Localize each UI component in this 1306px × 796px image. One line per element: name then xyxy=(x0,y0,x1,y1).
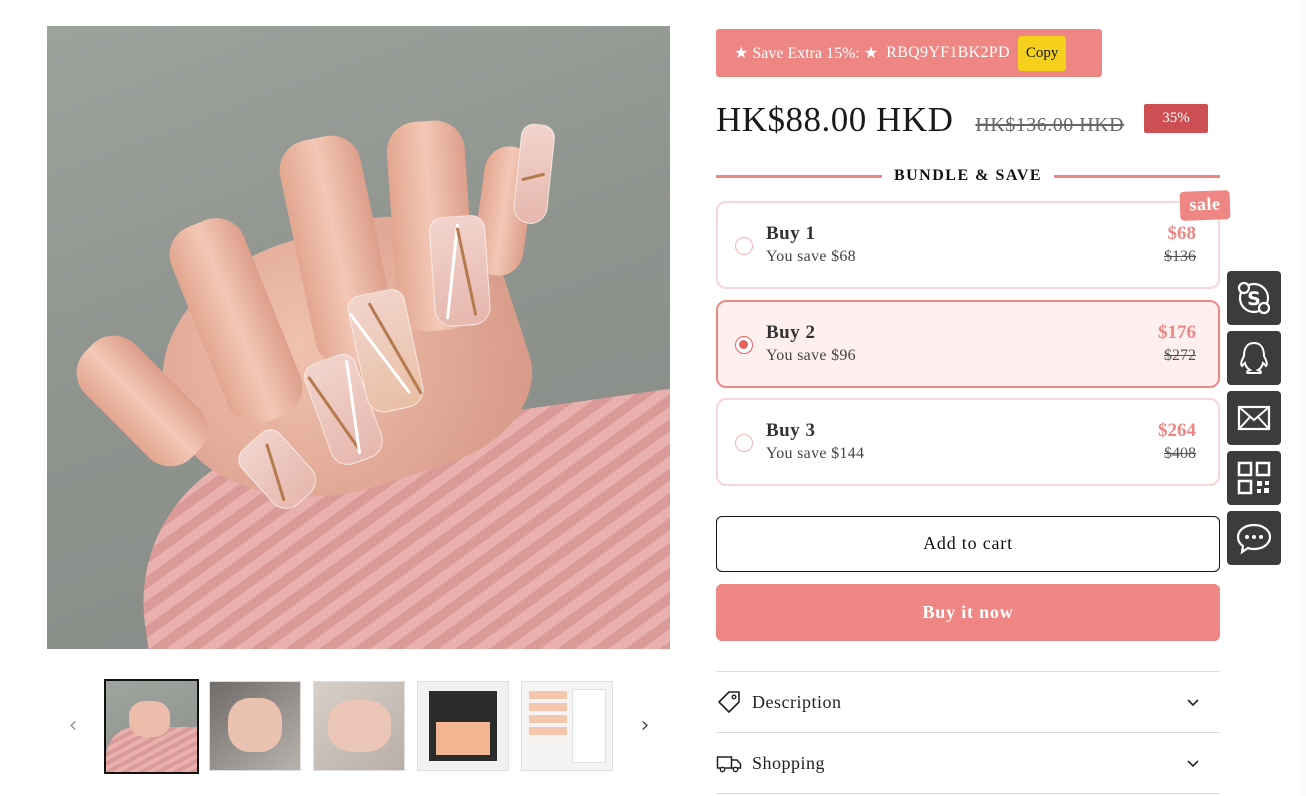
buy-now-button[interactable]: Buy it now xyxy=(716,584,1220,641)
mail-icon xyxy=(1237,405,1271,431)
option-savings: You save $68 xyxy=(766,248,856,265)
compare-price: HK$136.00 HKD xyxy=(975,113,1125,136)
copy-code-button[interactable]: Copy xyxy=(1017,35,1067,71)
skype-button[interactable]: S xyxy=(1227,271,1281,325)
qr-code-button[interactable] xyxy=(1227,451,1281,505)
accordion-label: Shopping xyxy=(752,752,826,773)
accordion-description[interactable]: Description xyxy=(716,672,1220,732)
option-price: $176 xyxy=(1158,322,1196,343)
option-price: $68 xyxy=(1167,223,1197,244)
option-title: Buy 1 xyxy=(766,223,816,244)
option-price: $264 xyxy=(1158,420,1196,441)
radio-button[interactable] xyxy=(735,336,753,354)
nail-thumb xyxy=(511,122,557,226)
chevron-left-icon[interactable]: ‹ xyxy=(61,712,85,740)
add-to-cart-button[interactable]: Add to cart xyxy=(716,516,1220,572)
divider xyxy=(716,793,1220,794)
option-compare-price: $136 xyxy=(1164,248,1196,265)
option-compare-price: $408 xyxy=(1164,445,1196,462)
thumbnail-2[interactable] xyxy=(209,681,301,771)
bundle-option-buy-1[interactable]: Buy 1 You save $68 $68 $136 xyxy=(716,201,1220,289)
chat-button[interactable] xyxy=(1227,511,1281,565)
product-main-image[interactable] xyxy=(47,26,670,649)
radio-button[interactable] xyxy=(735,434,753,452)
price-row: HK$88.00 HKD HK$136.00 HKD xyxy=(716,98,1124,142)
qr-code-icon xyxy=(1237,461,1271,495)
radio-button[interactable] xyxy=(735,237,753,255)
bundle-option-buy-3[interactable]: Buy 3 You save $144 $264 $408 xyxy=(716,398,1220,486)
chevron-down-icon xyxy=(1187,760,1199,768)
qq-button[interactable] xyxy=(1227,331,1281,385)
nail-index xyxy=(428,214,492,328)
email-button[interactable] xyxy=(1227,391,1281,445)
qq-icon xyxy=(1240,341,1268,374)
coupon-code: RBQ9YF1BK2PD xyxy=(886,44,1010,61)
accordion-label: Description xyxy=(752,691,842,712)
chat-icon xyxy=(1236,523,1272,555)
svg-text:S: S xyxy=(1247,288,1261,310)
thumbnail-5[interactable] xyxy=(521,681,613,771)
scrollbar[interactable] xyxy=(1300,0,1306,796)
thumbnail-4[interactable] xyxy=(417,681,509,771)
bundle-option-buy-2[interactable]: Buy 2 You save $96 $176 $272 xyxy=(716,300,1220,388)
option-savings: You save $144 xyxy=(766,445,865,462)
bundle-title: BUNDLE & SAVE xyxy=(893,167,1043,184)
chevron-down-icon xyxy=(1187,699,1199,707)
option-title: Buy 3 xyxy=(766,420,816,441)
thumbnail-carousel: ‹ › xyxy=(47,678,670,774)
divider xyxy=(1054,174,1220,178)
truck-icon xyxy=(716,756,742,773)
skype-icon: S xyxy=(1237,281,1271,315)
thumbnail-3[interactable] xyxy=(313,681,405,771)
divider xyxy=(716,174,882,178)
accordion-shopping[interactable]: Shopping xyxy=(716,733,1220,793)
option-compare-price: $272 xyxy=(1164,347,1196,364)
tag-icon xyxy=(718,691,740,713)
chevron-right-icon[interactable]: › xyxy=(633,712,657,740)
sale-tag: sale xyxy=(1179,190,1231,221)
sale-price: HK$88.00 HKD xyxy=(716,100,954,139)
option-title: Buy 2 xyxy=(766,322,816,343)
bundle-heading: BUNDLE & SAVE xyxy=(716,163,1220,189)
discount-badge: 35% xyxy=(1144,104,1208,133)
thumbnail-1[interactable] xyxy=(104,679,199,774)
coupon-banner: ★ Save Extra 15%: ★ RBQ9YF1BK2PD Copy xyxy=(716,29,1102,77)
coupon-label: ★ Save Extra 15%: ★ xyxy=(734,45,879,62)
option-savings: You save $96 xyxy=(766,347,856,364)
